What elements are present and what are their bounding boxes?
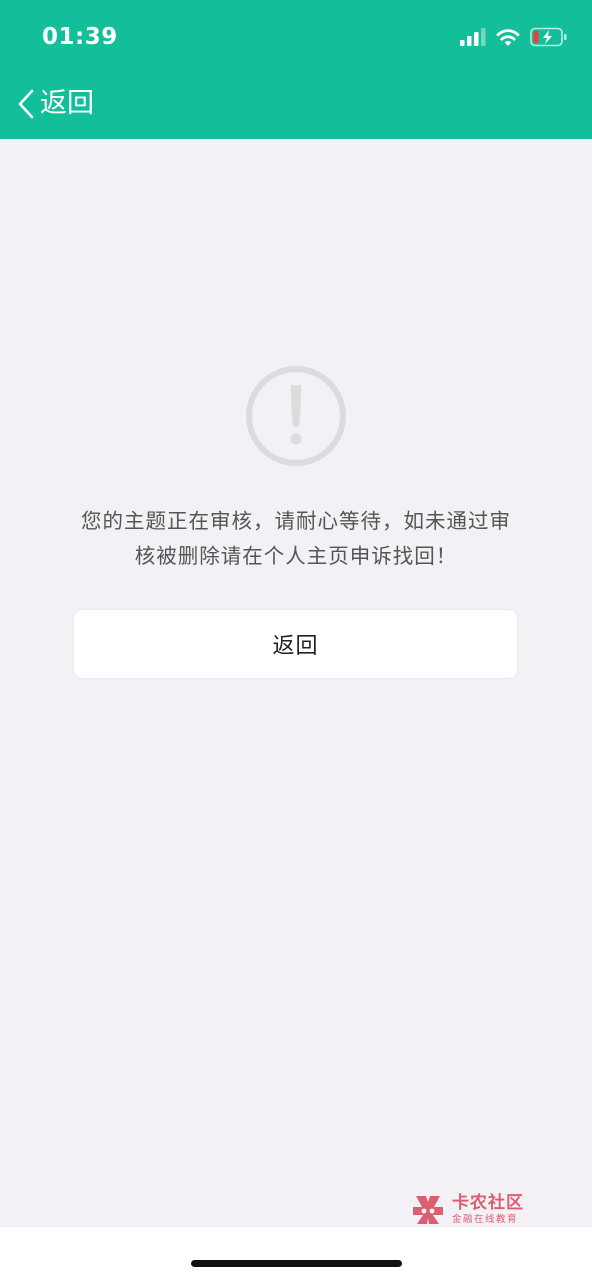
- watermark-title: 卡农社区: [452, 1193, 524, 1213]
- status-bar: 01:39: [0, 0, 592, 72]
- bottom-bar: [0, 1227, 592, 1280]
- status-icons: [460, 26, 568, 48]
- watermark-logo-icon: [413, 1196, 443, 1224]
- status-time: 01:39: [42, 24, 118, 50]
- review-notice: 您的主题正在审核，请耐心等待，如未通过审核被删除请在个人主页申诉找回！: [0, 364, 592, 574]
- warning-icon: [246, 366, 346, 466]
- back-button[interactable]: 返回: [16, 86, 94, 122]
- app-header: 01:39 返回: [0, 0, 592, 139]
- nav-bar: 返回: [0, 72, 592, 139]
- wifi-icon: [496, 29, 520, 46]
- chevron-left-icon: [18, 89, 34, 119]
- review-notice-message: 您的主题正在审核，请耐心等待，如未通过审核被删除请在个人主页申诉找回！: [81, 509, 511, 568]
- signal-icon: [460, 28, 486, 46]
- back-button-label: 返回: [40, 88, 94, 119]
- home-indicator[interactable]: [191, 1260, 402, 1267]
- return-button[interactable]: 返回: [74, 610, 517, 678]
- watermark-subtitle: 金融在线教育: [452, 1214, 519, 1225]
- watermark: 卡农社区 金融在线教育: [410, 1193, 540, 1229]
- battery-charging-icon: [530, 27, 567, 47]
